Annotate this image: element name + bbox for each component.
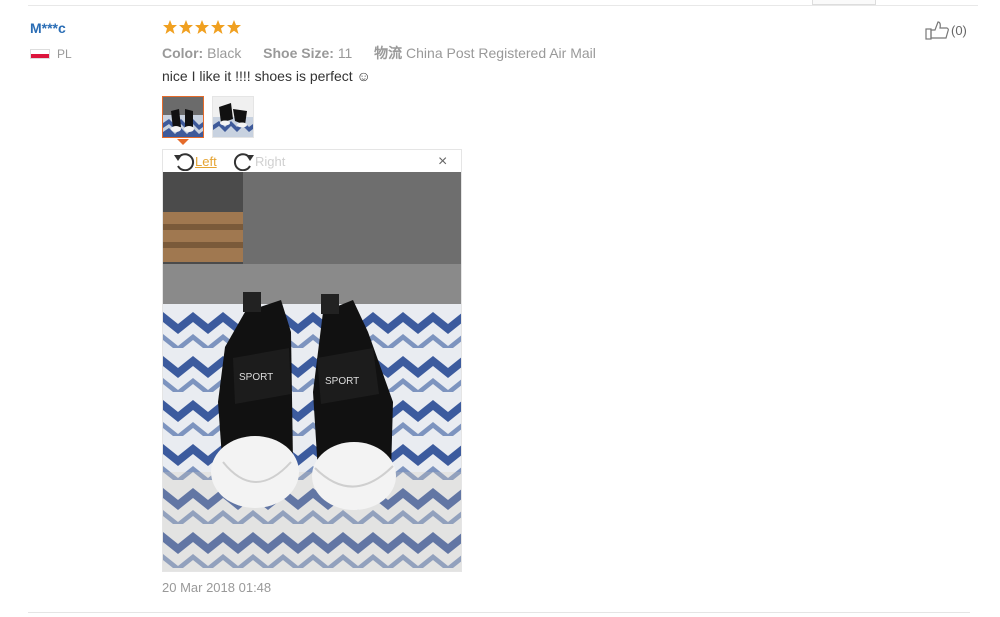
star-rating bbox=[162, 19, 242, 35]
right-shoe-label: SPORT bbox=[325, 376, 359, 387]
star-icon bbox=[195, 20, 209, 34]
viewer-toolbar: Left Right × bbox=[163, 150, 461, 172]
color-label: Color: bbox=[162, 45, 204, 61]
size-label: Shoe Size: bbox=[263, 45, 334, 61]
star-icon bbox=[227, 20, 241, 34]
rotate-right-label: Right bbox=[255, 153, 286, 169]
review-text: nice I like it !!!! shoes is perfect ☺ bbox=[162, 68, 371, 84]
thumbs-up-icon bbox=[925, 21, 949, 40]
rotate-left-button[interactable]: Left bbox=[173, 151, 217, 171]
size-value: 11 bbox=[337, 45, 353, 61]
country-code: PL bbox=[57, 47, 72, 61]
color-value: Black bbox=[207, 45, 242, 61]
close-icon[interactable]: × bbox=[438, 153, 447, 171]
helpful-count: (0) bbox=[951, 22, 967, 38]
flag-icon bbox=[30, 49, 50, 59]
thumbnail-image bbox=[163, 97, 203, 137]
reviewer-country: PL bbox=[30, 47, 72, 61]
shoes-photo: SPORT SPORT bbox=[163, 172, 461, 571]
reviewer-name: M***c bbox=[30, 20, 66, 36]
shipping-label: 物流 bbox=[374, 45, 403, 61]
divider-bottom bbox=[28, 612, 970, 613]
photo-viewer: Left Right × SPORT SPORT bbox=[162, 149, 462, 572]
rotate-right-button[interactable]: Right bbox=[233, 151, 285, 171]
review-date: 20 Mar 2018 01:48 bbox=[162, 580, 272, 595]
shipping-value: China Post Registered Air Mail bbox=[406, 45, 596, 61]
star-icon bbox=[163, 20, 177, 34]
divider-top bbox=[28, 5, 978, 6]
rotate-left-icon bbox=[174, 153, 195, 171]
star-icon bbox=[211, 20, 225, 34]
review-photo: SPORT SPORT bbox=[163, 172, 461, 571]
thumbnail-pointer bbox=[177, 139, 189, 145]
thumbnail-image bbox=[213, 97, 253, 137]
left-shoe-label: SPORT bbox=[239, 372, 273, 383]
photo-thumbnail-1[interactable] bbox=[162, 96, 204, 138]
rotate-left-label: Left bbox=[195, 153, 217, 169]
rotate-right-icon bbox=[233, 153, 254, 171]
helpful-button[interactable]: (0) bbox=[925, 20, 967, 40]
order-specs: Color: Black Shoe Size: 11 物流 China Post… bbox=[162, 43, 596, 63]
star-icon bbox=[179, 20, 193, 34]
photo-thumbnail-2[interactable] bbox=[212, 96, 254, 138]
